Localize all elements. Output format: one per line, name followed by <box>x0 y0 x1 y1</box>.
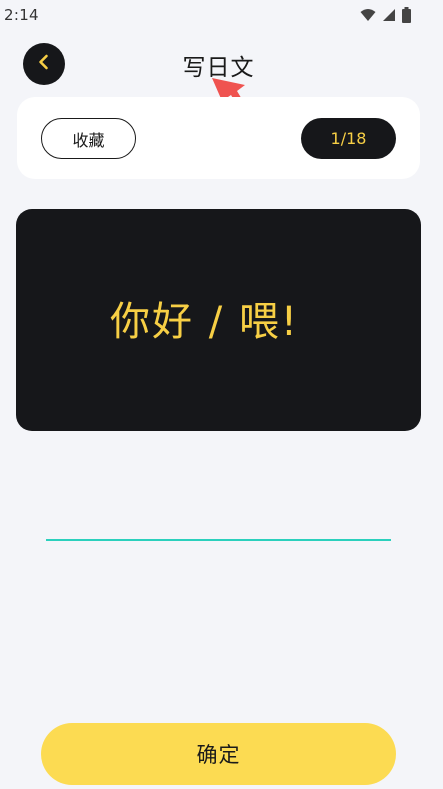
wifi-icon <box>360 8 376 22</box>
favorite-button[interactable]: 收藏 <box>41 118 136 159</box>
status-bar: 2:14 <box>0 0 443 30</box>
battery-icon <box>402 7 411 23</box>
answer-input[interactable] <box>46 505 391 541</box>
status-icons <box>360 7 411 23</box>
top-card: 收藏 1/18 <box>17 97 420 179</box>
word-card: 你好 / 喂! <box>16 209 421 431</box>
word-text: 你好 / 喂! <box>110 299 299 345</box>
status-time: 2:14 <box>4 6 39 24</box>
cellular-signal-icon <box>382 8 396 22</box>
confirm-button[interactable]: 确定 <box>41 723 396 785</box>
screen: 2:14 写日文 收藏 1/18 你好 / 喂! 确定 <box>0 0 443 789</box>
progress-indicator: 1/18 <box>301 118 396 159</box>
